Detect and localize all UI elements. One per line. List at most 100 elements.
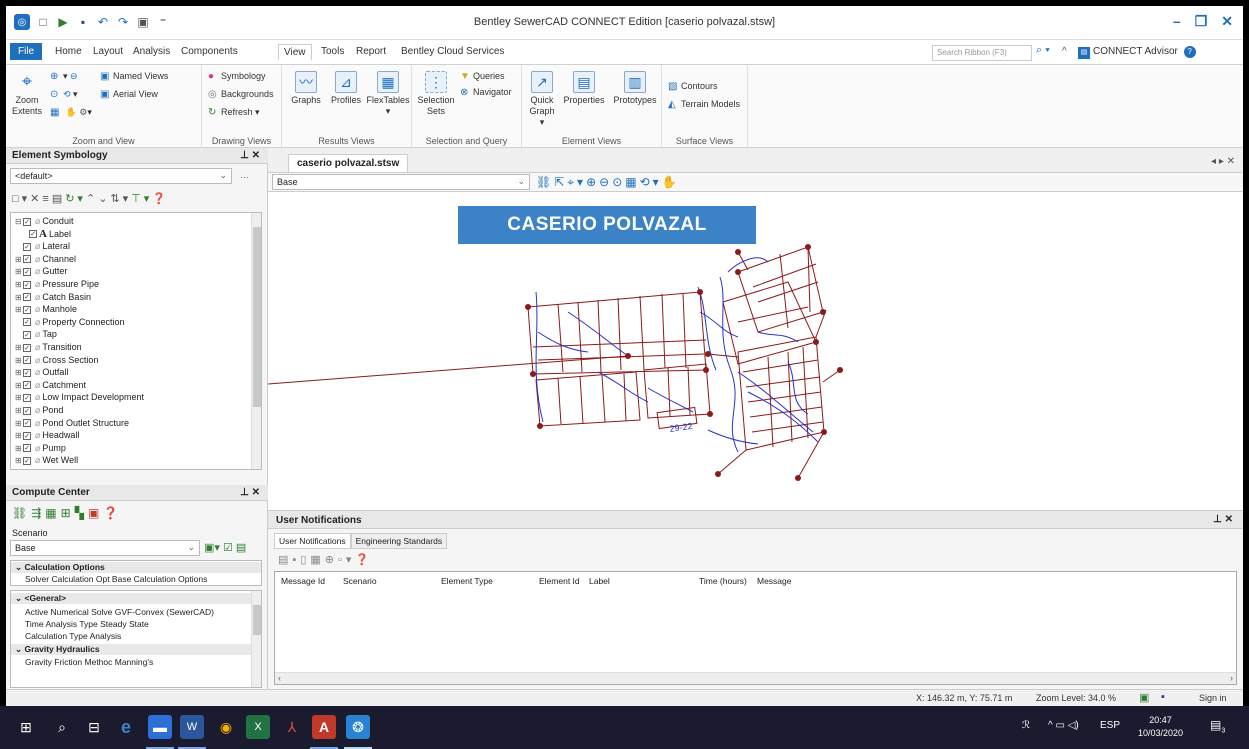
checkbox-icon[interactable]: ✓ bbox=[23, 318, 31, 327]
tree-item[interactable]: ⊞ ✓ ⌀ Pressure Pipe bbox=[15, 278, 99, 290]
tree-icon[interactable]: ⊞ bbox=[61, 506, 75, 520]
collapse-ribbon-icon[interactable]: ^ bbox=[1062, 46, 1067, 57]
column-header[interactable]: Message Id bbox=[281, 576, 325, 586]
properties-button[interactable]: ▤ Properties bbox=[560, 71, 608, 106]
tray-icons[interactable]: ^ ▭ ◁) bbox=[1048, 720, 1079, 731]
edit-icon[interactable]: ▤ bbox=[52, 193, 65, 205]
checkbox-icon[interactable]: ✓ bbox=[23, 255, 31, 264]
navigator-button[interactable]: ⊗ Navigator bbox=[460, 87, 512, 98]
zoom-out-icon[interactable]: ⊖ bbox=[599, 175, 612, 189]
property-row[interactable]: Active Numerical Solve GVF-Convex (Sewer… bbox=[11, 607, 261, 618]
expand-icon[interactable]: ⊞ bbox=[15, 392, 23, 404]
table-icon[interactable]: ▦ bbox=[45, 506, 60, 520]
tab-file[interactable]: File bbox=[10, 43, 43, 60]
expand-icon[interactable]: ⊞ bbox=[15, 455, 23, 467]
zoom-previous-icon[interactable]: ⟲▾ bbox=[640, 175, 662, 189]
close-icon[interactable]: ✕ bbox=[1221, 13, 1233, 30]
move-up-icon[interactable]: ⌃ bbox=[86, 193, 98, 205]
expand-icon[interactable]: ⊞ bbox=[15, 342, 23, 354]
save-icon[interactable]: ▪ bbox=[1161, 691, 1165, 703]
help-icon[interactable]: ❓ bbox=[355, 554, 373, 566]
tree-item[interactable]: ⊞ ✓ ⌀ Pump bbox=[15, 442, 66, 454]
pin-close-icon[interactable]: ⊥ ✕ bbox=[240, 487, 260, 498]
help-icon[interactable]: ❓ bbox=[103, 506, 122, 520]
flextables-button[interactable]: ▦ FlexTables ▾ bbox=[366, 71, 410, 117]
checkbox-icon[interactable]: ✓ bbox=[23, 444, 31, 453]
restore-icon[interactable]: ❐ bbox=[1195, 13, 1208, 30]
more-icon[interactable]: … bbox=[240, 170, 249, 180]
tree-item[interactable]: ⊞ ✓ ⌀ Wet Well bbox=[15, 454, 78, 466]
column-header[interactable]: Scenario bbox=[343, 576, 377, 586]
properties-scrollbar[interactable] bbox=[251, 591, 261, 687]
checkbox-icon[interactable]: ✓ bbox=[23, 457, 31, 466]
tree-item[interactable]: ⊞ ✓ ⌀ Catchment bbox=[15, 379, 86, 391]
refresh-button[interactable]: ↻ Refresh ▾ bbox=[208, 107, 260, 118]
column-header[interactable]: Element Type bbox=[441, 576, 493, 586]
search-icon[interactable]: ⌕ bbox=[50, 715, 74, 739]
tab-report[interactable]: Report bbox=[351, 44, 391, 59]
notifications-scrollbar[interactable]: ‹ › bbox=[275, 672, 1236, 684]
column-header[interactable]: Message bbox=[757, 576, 792, 586]
excel-icon[interactable]: X bbox=[246, 715, 270, 739]
compute-icon[interactable]: ⇶ bbox=[31, 506, 45, 520]
layer-icon[interactable]: ⊤▾ bbox=[131, 193, 152, 205]
checkbox-icon[interactable]: ✓ bbox=[23, 280, 31, 289]
pointer-icon[interactable]: ⇱ bbox=[554, 175, 567, 189]
checkbox-icon[interactable]: ✓ bbox=[23, 268, 31, 277]
pin-close-icon[interactable]: ⊥ ✕ bbox=[1213, 514, 1233, 525]
filter-icon[interactable]: ▫▾ bbox=[338, 554, 355, 566]
tree-item[interactable]: ⊞ ✓ ⌀ Cross Section bbox=[15, 354, 98, 366]
tree-item[interactable]: ✓ ⌀ Property Connection bbox=[15, 316, 124, 328]
terrain-models-button[interactable]: ◭ Terrain Models bbox=[668, 99, 740, 110]
zoom-in-icon[interactable]: ⊕ bbox=[586, 175, 599, 189]
new-icon[interactable]: □▾ bbox=[12, 193, 30, 205]
tab-components[interactable]: Components bbox=[176, 44, 243, 59]
checkbox-icon[interactable]: ✓ bbox=[23, 368, 31, 377]
move-down-icon[interactable]: ⌄ bbox=[98, 193, 110, 205]
tree-item[interactable]: ⊞ ✓ ⌀ Headwall bbox=[15, 429, 79, 441]
checkbox-icon[interactable]: ✓ bbox=[23, 293, 31, 302]
delete-icon[interactable]: ✕ bbox=[30, 193, 42, 205]
tree-item[interactable]: ⊞ ✓ ⌀ Gutter bbox=[15, 265, 67, 277]
expand-icon[interactable]: ⊞ bbox=[15, 304, 23, 316]
tab-layout[interactable]: Layout bbox=[88, 44, 128, 59]
expand-icon[interactable]: ⇅▾ bbox=[110, 193, 131, 205]
checkbox-icon[interactable]: ✓ bbox=[23, 331, 31, 340]
expand-icon[interactable]: ⊞ bbox=[15, 279, 23, 291]
tab-bentley-cloud-services[interactable]: Bentley Cloud Services bbox=[396, 44, 509, 59]
edge-browser-icon[interactable]: e bbox=[114, 715, 138, 739]
column-header[interactable]: Time (hours) bbox=[699, 576, 747, 586]
tree-item[interactable]: ⊞ ✓ ⌀ Outfall bbox=[15, 366, 68, 378]
checkbox-icon[interactable]: ✓ bbox=[23, 356, 31, 365]
queries-button[interactable]: ▼ Queries bbox=[460, 71, 505, 82]
notification-center-icon[interactable]: ▤3 bbox=[1210, 718, 1225, 734]
document-tab-controls[interactable]: ◂ ▸ ✕ bbox=[1211, 156, 1235, 167]
contours-button[interactable]: ▧ Contours bbox=[668, 81, 718, 92]
sign-in-link[interactable]: Sign in bbox=[1199, 693, 1227, 703]
language-indicator[interactable]: ESP bbox=[1100, 720, 1120, 731]
connect-advisor[interactable]: ▤ CONNECT Advisor ? bbox=[1078, 46, 1196, 59]
checkbox-icon[interactable]: ✓ bbox=[23, 381, 31, 390]
expand-icon[interactable]: ⊞ bbox=[15, 418, 23, 430]
tree-item[interactable]: ⊞ ✓ ⌀ Manhole bbox=[15, 303, 77, 315]
column-header[interactable]: Element Id bbox=[539, 576, 580, 586]
details-icon[interactable]: ▤ bbox=[278, 554, 292, 566]
property-row[interactable]: Gravity Friction Methoc Manning's bbox=[11, 657, 261, 668]
word-icon[interactable]: W bbox=[180, 715, 204, 739]
expand-icon[interactable]: ⊟ bbox=[15, 216, 23, 228]
zoom-to-icon[interactable]: ⊕ bbox=[325, 554, 338, 566]
tree-item[interactable]: ⊟ ✓ ⌀ Conduit bbox=[15, 215, 73, 227]
help-icon[interactable]: ❓ bbox=[152, 193, 169, 205]
selection-sets-button[interactable]: ⋮ Selection Sets bbox=[416, 71, 456, 117]
zoom-window-icon[interactable]: ⊙ ⟲ ▾ bbox=[50, 89, 78, 100]
checkbox-icon[interactable]: ✓ bbox=[23, 394, 31, 403]
calc-icon[interactable]: ▚ bbox=[75, 506, 88, 520]
view-dropdown[interactable]: Base ⌄ bbox=[272, 174, 530, 190]
general-header[interactable]: ⌄ <General> bbox=[11, 593, 261, 604]
tab-view[interactable]: View bbox=[278, 44, 312, 60]
chrome-icon[interactable]: ◉ bbox=[214, 715, 238, 739]
minimize-icon[interactable]: – bbox=[1173, 13, 1181, 30]
pan-icon[interactable]: ✋ bbox=[662, 175, 680, 189]
checkbox-icon[interactable]: ✓ bbox=[23, 305, 31, 314]
checkbox-icon[interactable]: ✓ bbox=[29, 230, 37, 239]
